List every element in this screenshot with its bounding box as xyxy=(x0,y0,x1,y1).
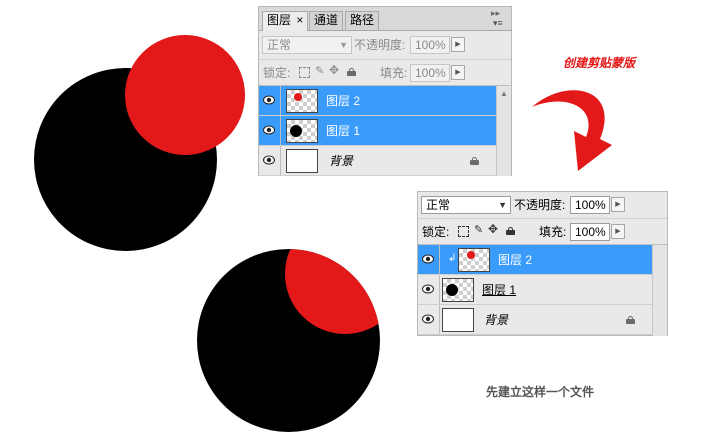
layers-scrollbar[interactable]: ▲ xyxy=(496,86,511,176)
lock-row: 锁定: ✎ ✥ 填充: 100% ▶ xyxy=(418,218,667,244)
layer-thumbnail xyxy=(458,248,490,272)
opacity-input[interactable]: 100% xyxy=(570,196,610,214)
lock-all-icon[interactable] xyxy=(506,227,515,235)
layer-lock-icon xyxy=(470,157,479,165)
fill-slider-button[interactable]: ▶ xyxy=(451,65,465,80)
fill-label: 填充: xyxy=(380,66,408,80)
tab-close-icon[interactable]: × xyxy=(296,13,303,27)
tab-layers[interactable]: 图层 × xyxy=(262,11,309,31)
layer-row[interactable]: 背景 xyxy=(259,146,497,176)
create-clip-mask-label: 创建剪贴蒙版 xyxy=(563,56,636,70)
fill-slider-button[interactable]: ▶ xyxy=(611,224,625,239)
visibility-eye-icon[interactable] xyxy=(418,275,440,304)
layer-thumbnail xyxy=(442,308,474,332)
layer-thumbnail xyxy=(286,119,318,143)
panel-menu-icon[interactable]: ▾≡ xyxy=(493,18,503,29)
fill-label: 填充: xyxy=(539,225,567,239)
blend-mode-value: 正常 xyxy=(267,38,292,52)
blend-mode-select[interactable]: 正常 ▼ xyxy=(262,36,352,54)
fill-input[interactable]: 100% xyxy=(570,223,610,241)
fill-input[interactable]: 100% xyxy=(410,64,450,82)
lock-label: 锁定: xyxy=(422,225,450,239)
visibility-eye-icon[interactable] xyxy=(418,245,440,274)
tab-paths[interactable]: 路径 xyxy=(345,11,380,30)
curved-arrow-icon xyxy=(532,90,612,171)
lock-row: 锁定: ✎ ✥ 填充: 100% ▶ xyxy=(259,59,511,85)
lock-move-icon[interactable]: ✥ xyxy=(488,222,498,236)
clipping-arrow-icon: ↲ xyxy=(448,253,457,264)
layer-name: 图层 2 xyxy=(498,253,533,267)
lock-label: 锁定: xyxy=(263,66,291,80)
lock-paint-icon[interactable]: ✎ xyxy=(474,223,483,236)
visibility-eye-icon[interactable] xyxy=(259,146,281,175)
opacity-input[interactable]: 100% xyxy=(410,36,450,54)
visibility-eye-icon[interactable] xyxy=(259,116,281,145)
lock-transparent-icon[interactable] xyxy=(458,226,469,237)
layers-list: 图层 2 图层 1 背景 ▲ xyxy=(259,85,511,176)
scroll-up-icon[interactable]: ▲ xyxy=(500,89,508,98)
layers-panel-top: 图层 × 通道 路径 ▸▸ ▾≡ 正常 ▼ 不透明度: 100% ▶ 锁定: ✎… xyxy=(258,6,512,176)
blend-mode-value: 正常 xyxy=(426,198,451,212)
layers-panel-bottom: 正常 ▼ 不透明度: 100% ▶ 锁定: ✎ ✥ 填充: 100% ▶ ↲ 图… xyxy=(417,191,668,336)
red-dot-icon xyxy=(467,251,475,259)
caption-label: 先建立这样一个文件 xyxy=(486,385,595,399)
tab-paths-label: 路径 xyxy=(350,13,375,27)
lock-all-icon[interactable] xyxy=(347,68,356,76)
lock-transparent-icon[interactable] xyxy=(299,67,310,78)
visibility-eye-icon[interactable] xyxy=(259,86,281,115)
opacity-label: 不透明度: xyxy=(354,38,406,52)
layer-row[interactable]: ↲ 图层 2 xyxy=(418,245,653,275)
tab-channels[interactable]: 通道 xyxy=(309,11,344,30)
blend-mode-select[interactable]: 正常 ▼ xyxy=(421,196,511,214)
chevron-down-icon: ▼ xyxy=(339,40,348,50)
opacity-slider-button[interactable]: ▶ xyxy=(451,37,465,52)
black-dot-icon xyxy=(290,125,302,137)
layer-name: 图层 1 xyxy=(482,283,517,297)
layer-name: 图层 2 xyxy=(326,94,361,108)
visibility-eye-icon[interactable] xyxy=(418,305,440,334)
tab-layers-label: 图层 xyxy=(267,13,292,27)
red-dot-icon xyxy=(294,93,302,101)
layer-row[interactable]: 图层 2 xyxy=(259,86,497,116)
black-dot-icon xyxy=(446,284,458,296)
layer-name: 背景 xyxy=(329,154,354,168)
layer-name: 图层 1 xyxy=(326,124,361,138)
opacity-slider-button[interactable]: ▶ xyxy=(611,197,625,212)
red-circle-original xyxy=(125,35,245,155)
layers-scrollbar[interactable] xyxy=(652,245,667,336)
layer-thumbnail xyxy=(286,149,318,173)
lock-paint-icon[interactable]: ✎ xyxy=(315,64,324,77)
chevron-down-icon: ▼ xyxy=(498,200,507,210)
tab-channels-label: 通道 xyxy=(314,13,339,27)
blend-row: 正常 ▼ 不透明度: 100% ▶ xyxy=(259,31,511,59)
layer-thumbnail xyxy=(442,278,474,302)
layer-row[interactable]: 图层 1 xyxy=(259,116,497,146)
opacity-label: 不透明度: xyxy=(514,198,566,212)
blend-row: 正常 ▼ 不透明度: 100% ▶ xyxy=(418,192,667,218)
red-circle-clipped xyxy=(285,249,380,334)
layer-name: 背景 xyxy=(484,313,509,327)
layer-row[interactable]: 背景 xyxy=(418,305,653,335)
clip-region xyxy=(197,249,380,432)
lock-move-icon[interactable]: ✥ xyxy=(329,63,339,77)
layer-thumbnail xyxy=(286,89,318,113)
tab-strip: 图层 × 通道 路径 ▸▸ ▾≡ xyxy=(259,7,511,31)
layers-list: ↲ 图层 2 图层 1 背景 xyxy=(418,244,667,336)
layer-row[interactable]: 图层 1 xyxy=(418,275,653,305)
layer-lock-icon xyxy=(626,316,635,324)
